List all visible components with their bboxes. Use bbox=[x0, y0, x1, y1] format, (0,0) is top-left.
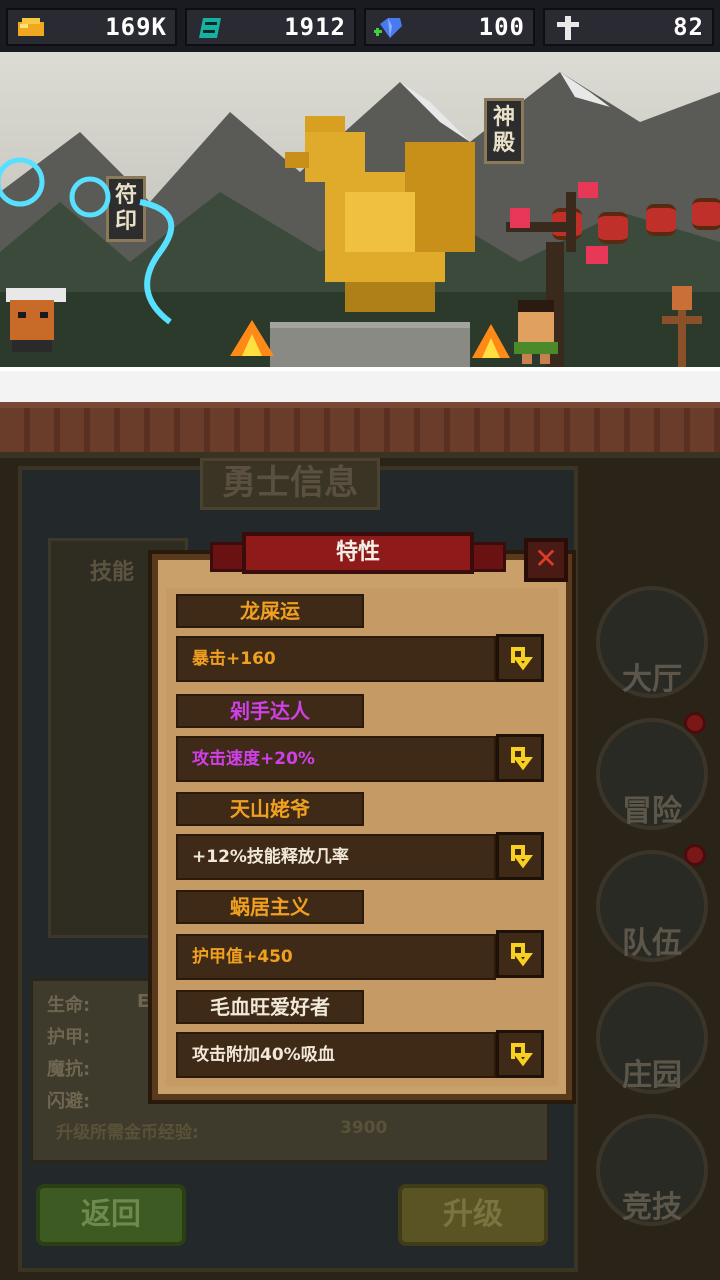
trait-description: 护甲值+450 bbox=[176, 934, 496, 980]
trait-description: 攻击附加40%吸血 bbox=[176, 1032, 496, 1078]
trait-name: 龙屎运 bbox=[176, 594, 364, 628]
trait-name: 剁手达人 bbox=[176, 694, 364, 728]
nav-manor-label: 庄园 bbox=[622, 1058, 682, 1093]
green-gem-icon bbox=[199, 18, 221, 38]
dirt-ground bbox=[0, 402, 720, 452]
nav-adventure[interactable]: 冒险 bbox=[596, 712, 708, 834]
swap-arrow-icon bbox=[511, 647, 533, 671]
trait-name: 天山姥爷 bbox=[176, 792, 364, 826]
back-button[interactable]: 返回 bbox=[36, 1184, 186, 1246]
nav-adventure-label: 冒险 bbox=[622, 794, 682, 829]
hero-character[interactable] bbox=[0, 284, 72, 356]
trait-name: 蜗居主义 bbox=[176, 890, 364, 924]
trait-description: 攻击速度+20% bbox=[176, 736, 496, 782]
trait-change-button[interactable] bbox=[496, 930, 544, 978]
lantern bbox=[692, 198, 720, 230]
trait-name: 毛血旺爱好者 bbox=[176, 990, 364, 1024]
blue-diamond-icon bbox=[374, 18, 402, 38]
nav-hall[interactable]: 大厅 bbox=[596, 586, 708, 702]
stat-dodge-label: 闪避: bbox=[47, 1091, 91, 1112]
resource-diamond: 100 bbox=[364, 8, 535, 46]
stat-magic-resist-label: 魔抗: bbox=[47, 1059, 91, 1080]
white-cross-icon bbox=[557, 16, 579, 40]
game-screen: 169K 1912 100 82 符印 神殿 勇士信息 技能 生命: E 护甲:… bbox=[0, 0, 720, 1280]
upgrade-cost-value: 3900 bbox=[340, 1118, 388, 1138]
nav-arena-label: 竞技 bbox=[622, 1190, 682, 1225]
resource-cross: 82 bbox=[543, 8, 714, 46]
skill-label: 技能 bbox=[90, 560, 135, 585]
gold-value: 169K bbox=[105, 13, 167, 41]
cross-value: 82 bbox=[673, 13, 704, 41]
resource-gold: 169K bbox=[6, 8, 177, 46]
notification-badge bbox=[684, 712, 706, 734]
upgrade-cost-label: 升级所需金币经验: bbox=[56, 1123, 199, 1143]
nav-team[interactable]: 队伍 bbox=[596, 844, 708, 966]
diamond-value: 100 bbox=[478, 13, 525, 41]
nav-arena[interactable]: 竞技 bbox=[596, 1114, 708, 1230]
trait-change-button[interactable] bbox=[496, 634, 544, 682]
gold-coin-icon bbox=[18, 18, 44, 36]
swap-arrow-icon bbox=[511, 943, 533, 967]
swap-arrow-icon bbox=[511, 1043, 533, 1067]
panel-title: 勇士信息 bbox=[200, 458, 380, 510]
resource-gem: 1912 bbox=[185, 8, 356, 46]
golden-rooster-statue bbox=[285, 116, 475, 312]
villager-npc[interactable] bbox=[508, 300, 564, 364]
nav-team-label: 队伍 bbox=[622, 926, 682, 961]
snow-ground bbox=[0, 367, 720, 403]
nav-hall-label: 大厅 bbox=[622, 662, 682, 697]
gem-value: 1912 bbox=[284, 13, 346, 41]
traits-dialog-title: 特性 bbox=[242, 532, 474, 574]
game-scene[interactable]: 符印 神殿 bbox=[0, 52, 720, 452]
trait-change-button[interactable] bbox=[496, 1030, 544, 1078]
scarecrow bbox=[662, 286, 702, 376]
trait-change-button[interactable] bbox=[496, 832, 544, 880]
trait-change-button[interactable] bbox=[496, 734, 544, 782]
nav-manor[interactable]: 庄园 bbox=[596, 982, 708, 1098]
stat-hp-value: E bbox=[137, 991, 150, 1012]
swap-arrow-icon bbox=[511, 845, 533, 869]
upgrade-button[interactable]: 升级 bbox=[398, 1184, 548, 1246]
stat-hp-label: 生命: bbox=[47, 995, 91, 1016]
statue-pedestal bbox=[270, 322, 470, 368]
lantern bbox=[646, 204, 676, 236]
stat-armor-label: 护甲: bbox=[47, 1027, 91, 1048]
notification-badge bbox=[684, 844, 706, 866]
campfire-left bbox=[230, 320, 274, 356]
trait-description: +12%技能释放几率 bbox=[176, 834, 496, 880]
resource-bar: 169K 1912 100 82 bbox=[0, 0, 720, 52]
trait-description: 暴击+160 bbox=[176, 636, 496, 682]
swap-arrow-icon bbox=[511, 747, 533, 771]
close-icon[interactable]: ✕ bbox=[524, 538, 568, 582]
